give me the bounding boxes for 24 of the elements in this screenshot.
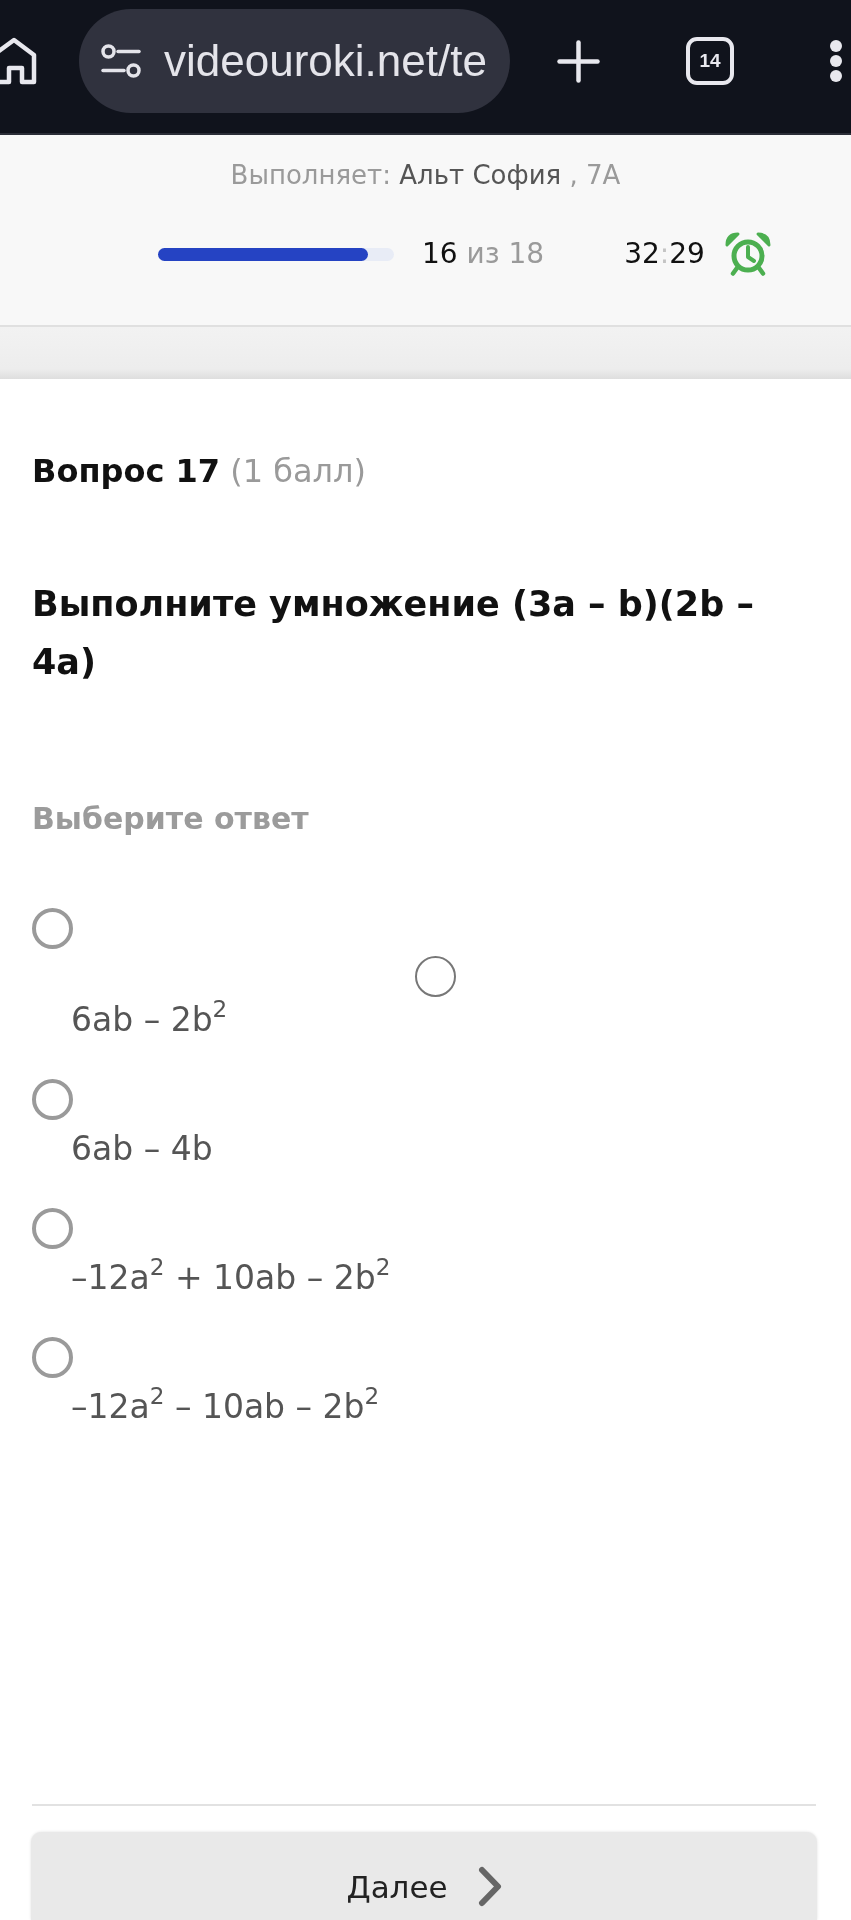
question-number: Вопрос 17 (1 балл) bbox=[32, 451, 366, 491]
plus-icon[interactable] bbox=[557, 39, 600, 83]
tab-switcher-button[interactable]: 14 bbox=[686, 37, 734, 85]
question-counter: 16 из 18 bbox=[422, 236, 545, 272]
radio-button[interactable] bbox=[32, 1208, 73, 1249]
radio-button[interactable] bbox=[415, 956, 456, 997]
menu-icon[interactable] bbox=[829, 39, 843, 83]
address-bar[interactable]: videouroki.net/te bbox=[79, 9, 510, 113]
question-text: Выполните умножение (3a – b)(2b – 4a) bbox=[32, 583, 755, 684]
home-icon[interactable] bbox=[0, 37, 37, 85]
timer-text: 32:29 bbox=[624, 236, 705, 272]
radio-button[interactable] bbox=[32, 1079, 73, 1120]
answer-option-label[interactable]: –12a$^{2}$ – 10ab – 2b$^{2}$ bbox=[71, 1384, 380, 1430]
radio-button[interactable] bbox=[32, 1337, 73, 1378]
sliders-icon[interactable] bbox=[101, 44, 141, 78]
answer-option-label[interactable]: 6ab – 4b bbox=[71, 1126, 213, 1172]
performer-text: Выполняет: Альт София , 7А bbox=[230, 159, 621, 192]
alarm-clock-icon bbox=[724, 232, 771, 276]
radio-button[interactable] bbox=[32, 908, 73, 949]
answer-prompt: Выберите ответ bbox=[32, 800, 309, 838]
chevron-right-icon bbox=[477, 1866, 502, 1907]
answer-option-label[interactable]: 6ab – 2b$^{2}$ bbox=[71, 997, 228, 1043]
answer-option-label[interactable]: –12a$^{2}$ + 10ab – 2b$^{2}$ bbox=[71, 1255, 391, 1301]
next-button[interactable]: Далее bbox=[31, 1832, 817, 1920]
